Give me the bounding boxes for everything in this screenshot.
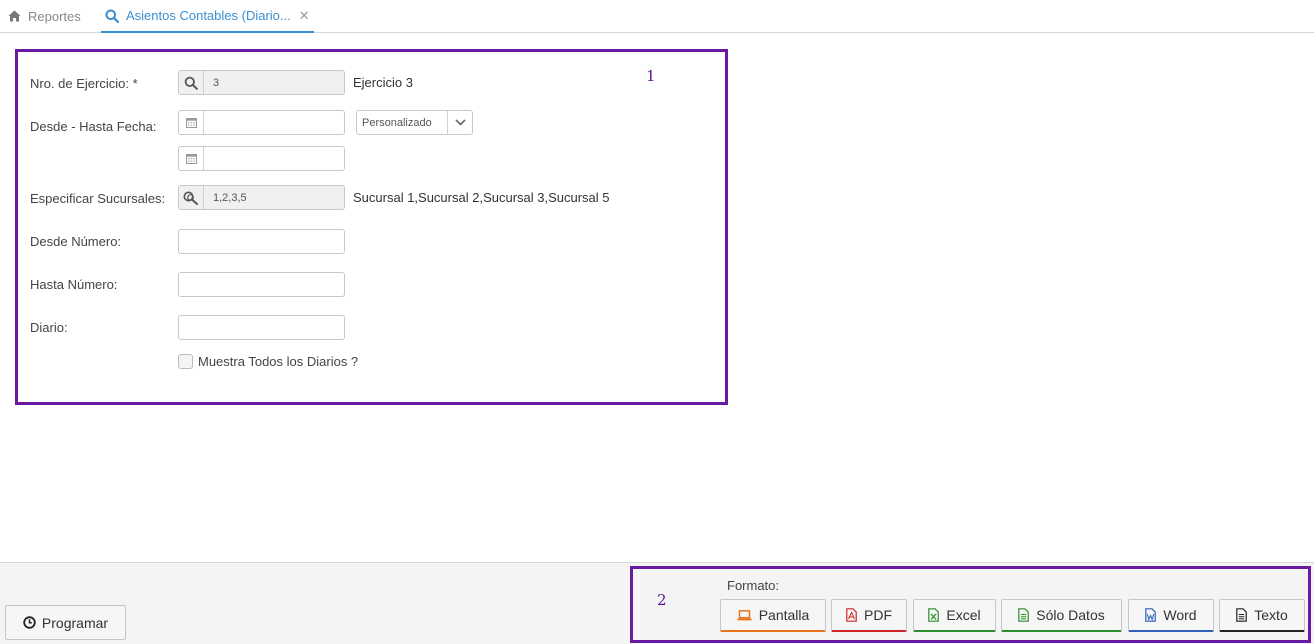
format-pdf-button[interactable]: PDF bbox=[831, 599, 907, 632]
sucursales-value: 1,2,3,5 bbox=[213, 191, 247, 204]
diario-label: Diario: bbox=[30, 320, 68, 335]
tab-reportes[interactable]: Reportes bbox=[6, 0, 81, 32]
format-label: PDF bbox=[864, 607, 892, 623]
annotation-number-2: 2 bbox=[657, 591, 667, 609]
programar-label: Programar bbox=[41, 614, 109, 631]
tab-asientos-contables[interactable]: Asientos Contables (Diario... ✕ bbox=[101, 0, 314, 33]
calendar-icon[interactable] bbox=[179, 147, 204, 170]
desde-numero-input[interactable] bbox=[178, 229, 345, 254]
home-icon bbox=[6, 8, 22, 24]
format-label: Pantalla bbox=[758, 607, 810, 623]
hasta-numero-input[interactable] bbox=[178, 272, 345, 297]
desde-fecha-field[interactable] bbox=[178, 110, 345, 135]
ejercicio-field[interactable]: 3 bbox=[178, 70, 345, 95]
clock-icon bbox=[23, 616, 36, 629]
search-icon bbox=[104, 8, 120, 24]
format-word-button[interactable]: Word bbox=[1128, 599, 1214, 632]
laptop-icon bbox=[737, 609, 752, 621]
format-label: Sólo Datos bbox=[1036, 607, 1105, 623]
muestra-todos-checkbox[interactable] bbox=[178, 354, 193, 369]
chevron-down-icon[interactable] bbox=[447, 111, 472, 134]
calendar-icon[interactable] bbox=[179, 111, 204, 134]
hasta-fecha-field[interactable] bbox=[178, 146, 345, 171]
tab-label: Asientos Contables (Diario... bbox=[126, 8, 291, 23]
text-file-icon bbox=[1236, 608, 1248, 622]
format-label: Word bbox=[1163, 607, 1197, 623]
format-solo-datos-button[interactable]: Sólo Datos bbox=[1001, 599, 1122, 632]
tab-label: Reportes bbox=[28, 8, 81, 24]
sucursales-description: Sucursal 1,Sucursal 2,Sucursal 3,Sucursa… bbox=[353, 190, 610, 205]
annotation-number-1: 1 bbox=[646, 67, 656, 85]
desde-numero-label: Desde Número: bbox=[30, 234, 122, 249]
fecha-label: Desde - Hasta Fecha: bbox=[30, 119, 157, 134]
formato-label: Formato: bbox=[727, 578, 780, 593]
ejercicio-description: Ejercicio 3 bbox=[353, 75, 413, 90]
ejercicio-label: Nro. de Ejercicio: * bbox=[30, 76, 138, 91]
tab-bar: Reportes Asientos Contables (Diario... ✕ bbox=[0, 0, 1314, 33]
multi-search-icon[interactable] bbox=[179, 186, 204, 209]
data-file-icon bbox=[1018, 608, 1030, 622]
close-icon[interactable]: ✕ bbox=[299, 8, 310, 24]
period-select-value: Personalizado bbox=[362, 116, 432, 129]
annotation-box-1 bbox=[15, 49, 728, 405]
pdf-file-icon bbox=[846, 608, 857, 622]
period-select[interactable]: Personalizado bbox=[356, 110, 473, 135]
format-excel-button[interactable]: Excel bbox=[913, 599, 996, 632]
ejercicio-value: 3 bbox=[213, 76, 220, 89]
muestra-todos-label: Muestra Todos los Diarios ? bbox=[198, 354, 359, 369]
excel-file-icon bbox=[928, 608, 940, 622]
programar-button[interactable]: Programar bbox=[5, 605, 126, 640]
sucursales-field[interactable]: 1,2,3,5 bbox=[178, 185, 345, 210]
format-label: Excel bbox=[946, 607, 981, 623]
diario-input[interactable] bbox=[178, 315, 345, 340]
format-texto-button[interactable]: Texto bbox=[1219, 599, 1305, 632]
format-pantalla-button[interactable]: Pantalla bbox=[720, 599, 826, 632]
muestra-todos-row[interactable]: Muestra Todos los Diarios ? bbox=[178, 354, 358, 369]
word-file-icon bbox=[1145, 608, 1157, 622]
search-icon[interactable] bbox=[179, 71, 204, 94]
hasta-numero-label: Hasta Número: bbox=[30, 277, 118, 292]
sucursales-label: Especificar Sucursales: bbox=[30, 191, 166, 206]
format-label: Texto bbox=[1254, 607, 1288, 623]
